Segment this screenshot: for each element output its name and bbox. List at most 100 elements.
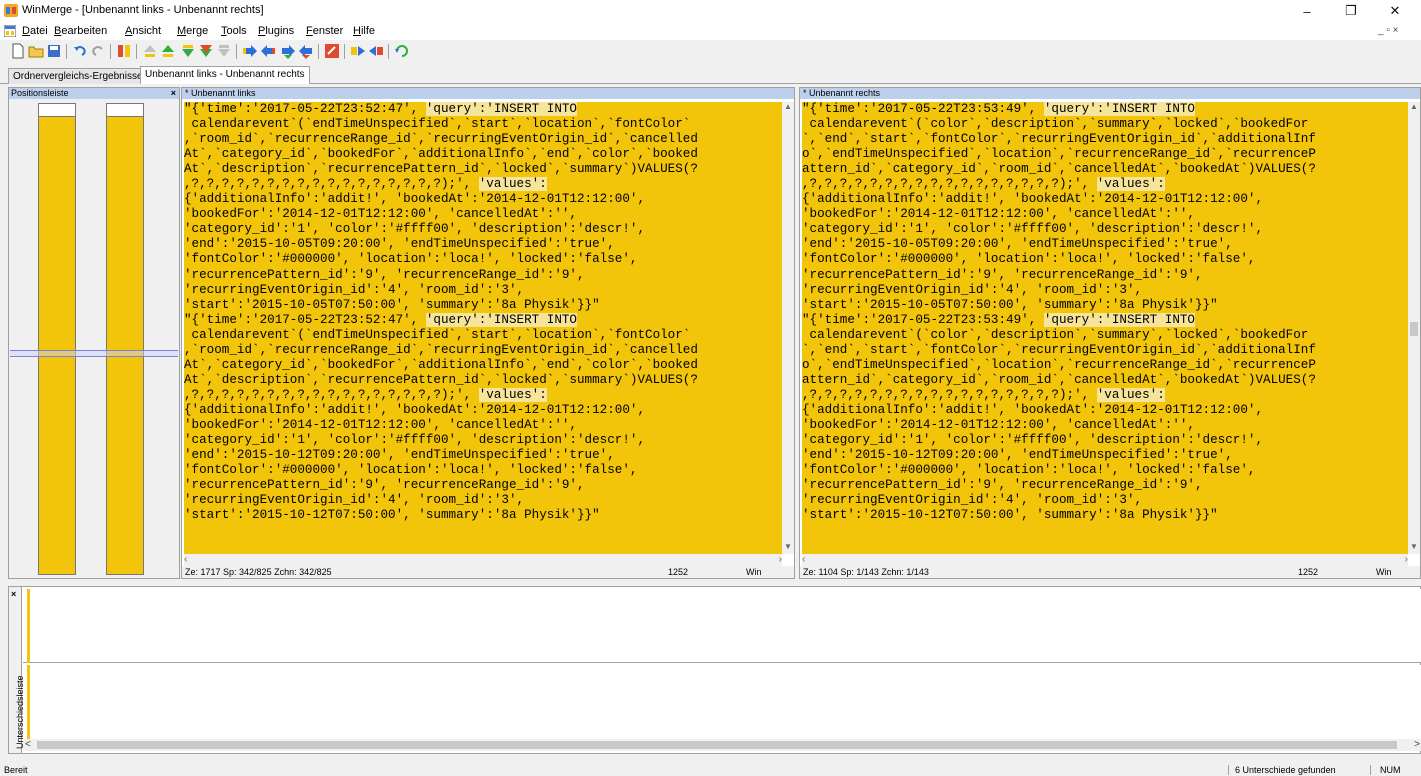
- menu-ansicht[interactable]: Ansicht: [125, 25, 161, 37]
- code-line[interactable]: `,`end`,`start`,`fontColor`,`recurringEv…: [802, 343, 1408, 358]
- redo-icon[interactable]: [90, 43, 106, 59]
- code-line[interactable]: 'recurrencePattern_id':'9', 'recurrenceR…: [184, 268, 782, 283]
- open-folder-icon[interactable]: [28, 43, 44, 59]
- code-line[interactable]: 'category_id':'1', 'color':'#ffff00', 'd…: [802, 433, 1408, 448]
- code-line[interactable]: At`,`description`,`recurrencePattern_id`…: [184, 373, 782, 388]
- maximize-button[interactable]: ❐: [1329, 0, 1373, 22]
- code-line[interactable]: `,`end`,`start`,`fontColor`,`recurringEv…: [802, 132, 1408, 147]
- left-vertical-scrollbar[interactable]: ▲ ▼: [782, 102, 794, 554]
- last-diff-icon[interactable]: [160, 43, 176, 59]
- code-line[interactable]: 'recurringEventOrigin_id':'4', 'room_id'…: [802, 493, 1408, 508]
- code-line[interactable]: 'recurrencePattern_id':'9', 'recurrenceR…: [802, 268, 1408, 283]
- right-horizontal-scrollbar[interactable]: ‹ ›: [802, 554, 1408, 566]
- code-line[interactable]: {'additionalInfo':'addit!', 'bookedAt':'…: [802, 403, 1408, 418]
- copy-right-icon[interactable]: [242, 43, 258, 59]
- copy-left-advance-icon[interactable]: [298, 43, 314, 59]
- code-line[interactable]: o`,`endTimeUnspecified`,`location`,`recu…: [802, 358, 1408, 373]
- menu-merge[interactable]: Merge: [177, 25, 208, 37]
- code-line[interactable]: 'recurringEventOrigin_id':'4', 'room_id'…: [184, 283, 782, 298]
- code-line[interactable]: 'fontColor':'#000000', 'location':'loca!…: [802, 252, 1408, 267]
- code-line[interactable]: "{'time':'2017-05-22T23:53:49', 'query':…: [802, 312, 1408, 328]
- code-line[interactable]: 'fontColor':'#000000', 'location':'loca!…: [802, 463, 1408, 478]
- scroll-left-icon[interactable]: <: [25, 739, 31, 750]
- left-code-view[interactable]: "{'time':'2017-05-22T23:52:47', 'query':…: [184, 102, 782, 554]
- code-line[interactable]: 'category_id':'1', 'color':'#ffff00', 'd…: [184, 222, 782, 237]
- code-line[interactable]: calendarevent`(`color`,`description`,`su…: [802, 328, 1408, 343]
- code-line[interactable]: 'bookedFor':'2014-12-01T12:12:00', 'canc…: [184, 207, 782, 222]
- menu-fenster[interactable]: Fenster: [306, 25, 343, 37]
- minimize-button[interactable]: –: [1285, 0, 1329, 22]
- code-line[interactable]: 'end':'2015-10-05T09:20:00', 'endTimeUns…: [802, 237, 1408, 252]
- options-icon[interactable]: [324, 43, 340, 59]
- left-diff-pane[interactable]: * Unbenannt links "{'time':'2017-05-22T2…: [181, 87, 795, 579]
- code-line[interactable]: 'start':'2015-10-12T07:50:00', 'summary'…: [184, 508, 782, 523]
- code-line[interactable]: ,?,?,?,?,?,?,?,?,?,?,?,?,?,?,?,?,?);', '…: [802, 177, 1408, 192]
- code-line[interactable]: 'recurrencePattern_id':'9', 'recurrenceR…: [184, 478, 782, 493]
- code-line[interactable]: ,?,?,?,?,?,?,?,?,?,?,?,?,?,?,?,?,?);', '…: [184, 177, 782, 192]
- first-diff-icon[interactable]: [142, 43, 158, 59]
- right-code-view[interactable]: "{'time':'2017-05-22T23:53:49', 'query':…: [802, 102, 1408, 554]
- scroll-right-icon[interactable]: >: [1414, 739, 1420, 750]
- location-bar-right[interactable]: [106, 103, 144, 575]
- diff-pane-scroll-thumb[interactable]: [37, 741, 1397, 749]
- diff-detail-left[interactable]: [23, 589, 1421, 663]
- code-line[interactable]: 'recurringEventOrigin_id':'4', 'room_id'…: [184, 493, 782, 508]
- code-line[interactable]: calendarevent`(`endTimeUnspecified`,`sta…: [184, 328, 782, 343]
- code-line[interactable]: calendarevent`(`endTimeUnspecified`,`sta…: [184, 117, 782, 132]
- view-diff-left-icon[interactable]: [368, 43, 384, 59]
- scroll-left-icon[interactable]: ‹: [802, 554, 805, 565]
- code-line[interactable]: 'start':'2015-10-05T07:50:00', 'summary'…: [802, 298, 1408, 313]
- code-line[interactable]: calendarevent`(`color`,`description`,`su…: [802, 117, 1408, 132]
- location-bars[interactable]: [9, 99, 179, 578]
- code-line[interactable]: "{'time':'2017-05-22T23:53:49', 'query':…: [802, 102, 1408, 117]
- scroll-down-icon[interactable]: ▼: [782, 542, 794, 554]
- code-line[interactable]: ,`room_id`,`recurrenceRange_id`,`recurri…: [184, 343, 782, 358]
- code-line[interactable]: 'start':'2015-10-05T07:50:00', 'summary'…: [184, 298, 782, 313]
- tab-folder-compare[interactable]: Ordnervergleichs-Ergebnisse: [8, 68, 148, 84]
- code-line[interactable]: 'end':'2015-10-12T09:20:00', 'endTimeUns…: [184, 448, 782, 463]
- code-line[interactable]: 'end':'2015-10-12T09:20:00', 'endTimeUns…: [802, 448, 1408, 463]
- tab-file-compare[interactable]: Unbenannt links - Unbenannt rechts: [140, 66, 310, 84]
- code-line[interactable]: ,?,?,?,?,?,?,?,?,?,?,?,?,?,?,?,?,?);', '…: [802, 387, 1408, 403]
- code-line[interactable]: 'fontColor':'#000000', 'location':'loca!…: [184, 252, 782, 267]
- save-icon[interactable]: [46, 43, 62, 59]
- undo-icon[interactable]: [72, 43, 88, 59]
- code-line[interactable]: {'additionalInfo':'addit!', 'bookedAt':'…: [184, 192, 782, 207]
- code-line[interactable]: 'start':'2015-10-12T07:50:00', 'summary'…: [802, 508, 1408, 523]
- code-line[interactable]: At`,`description`,`recurrencePattern_id`…: [184, 162, 782, 177]
- view-diff-right-icon[interactable]: [350, 43, 366, 59]
- menu-plugins[interactable]: Plugins: [258, 25, 294, 37]
- right-diff-pane[interactable]: * Unbenannt rechts "{'time':'2017-05-22T…: [799, 87, 1421, 579]
- code-line[interactable]: ,`room_id`,`recurrenceRange_id`,`recurri…: [184, 132, 782, 147]
- mdi-window-controls[interactable]: _ ▫ ×: [1378, 25, 1399, 36]
- prev-conflict-icon[interactable]: [180, 43, 196, 59]
- scroll-left-icon[interactable]: ‹: [184, 554, 187, 565]
- right-vertical-scrollbar[interactable]: ▲ ▼: [1408, 102, 1420, 554]
- code-line[interactable]: 'end':'2015-10-05T09:20:00', 'endTimeUns…: [184, 237, 782, 252]
- menu-datei[interactable]: Datei: [22, 25, 48, 37]
- next-conflict-icon[interactable]: [198, 43, 214, 59]
- copy-left-icon[interactable]: [260, 43, 276, 59]
- code-line[interactable]: {'additionalInfo':'addit!', 'bookedAt':'…: [184, 403, 782, 418]
- left-horizontal-scrollbar[interactable]: ‹ ›: [184, 554, 782, 566]
- code-line[interactable]: o`,`endTimeUnspecified`,`location`,`recu…: [802, 147, 1408, 162]
- copy-right-advance-icon[interactable]: [280, 43, 296, 59]
- diff-pane-horizontal-scrollbar[interactable]: < >: [23, 739, 1421, 751]
- code-line[interactable]: attern_id`,`category_id`,`room_id`,`canc…: [802, 162, 1408, 177]
- code-line[interactable]: At`,`category_id`,`bookedFor`,`additiona…: [184, 147, 782, 162]
- right-scroll-thumb[interactable]: [1410, 322, 1418, 336]
- code-line[interactable]: 'bookedFor':'2014-12-01T12:12:00', 'canc…: [184, 418, 782, 433]
- scroll-right-icon[interactable]: ›: [1405, 554, 1408, 565]
- scroll-up-icon[interactable]: ▲: [782, 102, 794, 114]
- diff-pane-close-button[interactable]: ×: [11, 589, 16, 599]
- location-pane-close-button[interactable]: ×: [171, 88, 176, 99]
- document-icon[interactable]: [4, 25, 16, 37]
- close-window-button[interactable]: ✕: [1373, 0, 1417, 22]
- code-line[interactable]: 'bookedFor':'2014-12-01T12:12:00', 'canc…: [802, 418, 1408, 433]
- menu-bearbeiten[interactable]: Bearbeiten: [54, 25, 107, 37]
- code-line[interactable]: 'fontColor':'#000000', 'location':'loca!…: [184, 463, 782, 478]
- code-line[interactable]: 'bookedFor':'2014-12-01T12:12:00', 'canc…: [802, 207, 1408, 222]
- scroll-right-icon[interactable]: ›: [779, 554, 782, 565]
- refresh-icon[interactable]: [394, 43, 410, 59]
- location-bar-left[interactable]: [38, 103, 76, 575]
